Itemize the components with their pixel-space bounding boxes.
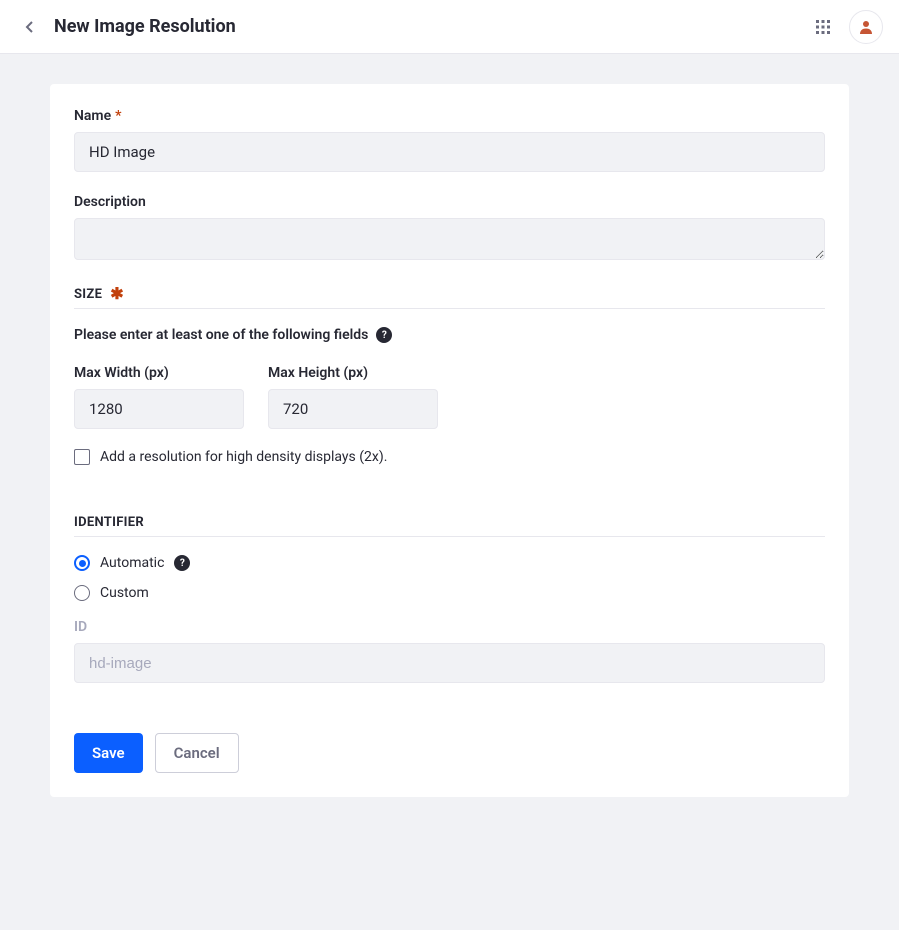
max-width-input[interactable]: [74, 389, 244, 429]
help-icon[interactable]: ?: [376, 327, 392, 343]
high-density-label[interactable]: Add a resolution for high density displa…: [100, 449, 387, 465]
id-input: [74, 643, 825, 683]
custom-radio[interactable]: [74, 585, 90, 601]
required-star-icon: *: [115, 108, 121, 124]
description-label: Description: [74, 194, 825, 210]
main-content: Name * Description SIZE ✱ Please enter a…: [0, 54, 899, 827]
name-input[interactable]: [74, 132, 825, 172]
chevron-left-icon: [22, 19, 38, 35]
cancel-button[interactable]: Cancel: [155, 733, 239, 773]
asterisk-icon: ✱: [110, 286, 123, 302]
size-section-header: SIZE ✱: [74, 286, 825, 309]
size-help-row: Please enter at least one of the followi…: [74, 327, 825, 343]
automatic-label[interactable]: Automatic: [100, 555, 164, 571]
size-help-text: Please enter at least one of the followi…: [74, 327, 368, 343]
high-density-checkbox[interactable]: [74, 449, 90, 465]
user-avatar[interactable]: [849, 10, 883, 44]
back-button[interactable]: [16, 13, 44, 41]
max-height-label: Max Height (px): [268, 365, 438, 381]
header-bar: New Image Resolution: [0, 0, 899, 54]
identifier-section-header: IDENTIFIER: [74, 515, 825, 537]
user-icon: [858, 19, 874, 35]
name-label: Name *: [74, 108, 825, 124]
automatic-radio[interactable]: [74, 555, 90, 571]
help-icon[interactable]: ?: [174, 555, 190, 571]
size-section-title: SIZE: [74, 287, 102, 302]
custom-label[interactable]: Custom: [100, 585, 149, 601]
description-input[interactable]: [74, 218, 825, 260]
max-width-label: Max Width (px): [74, 365, 244, 381]
max-height-input[interactable]: [268, 389, 438, 429]
identifier-section-title: IDENTIFIER: [74, 515, 144, 530]
id-label: ID: [74, 619, 825, 635]
name-label-text: Name: [74, 108, 111, 124]
form-card: Name * Description SIZE ✱ Please enter a…: [50, 84, 849, 797]
grid-icon: [815, 19, 831, 35]
page-title: New Image Resolution: [54, 16, 236, 37]
apps-button[interactable]: [809, 13, 837, 41]
save-button[interactable]: Save: [74, 733, 143, 773]
